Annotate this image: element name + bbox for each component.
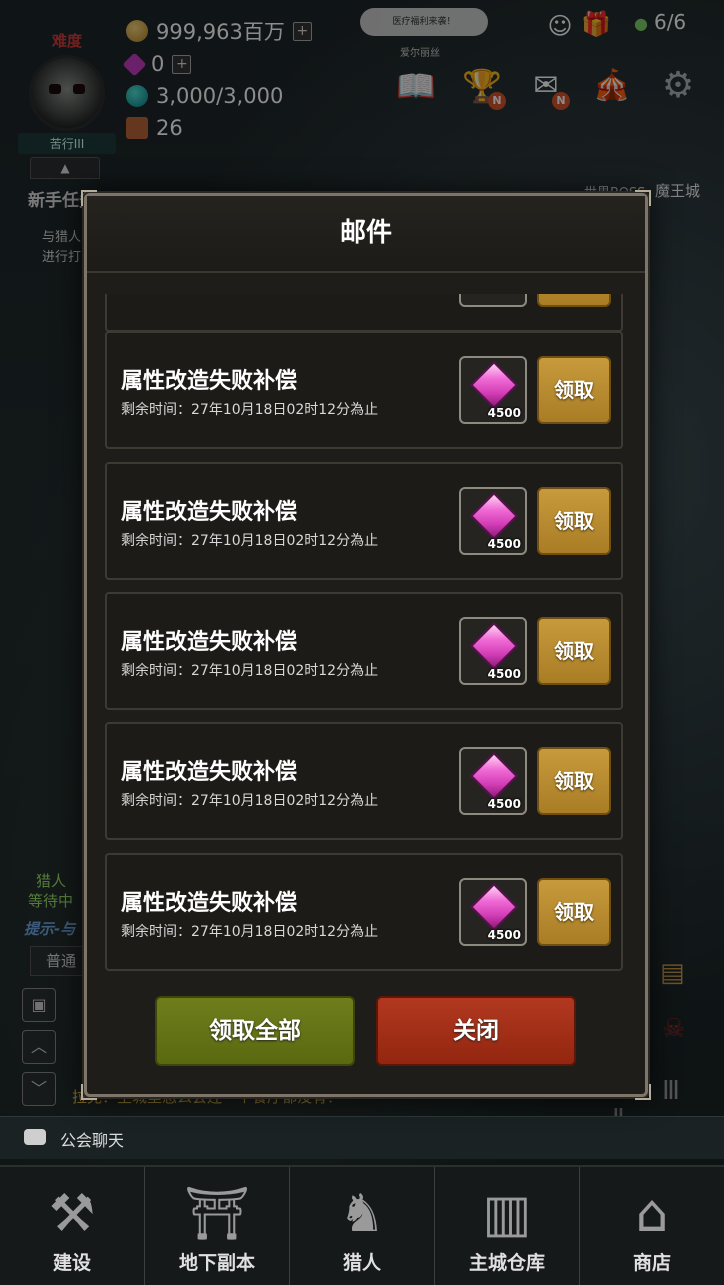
bottom-nav: ⚒ 建设 ⛩ 地下副本 ♞ 猎人 ▥ 主城仓库 ⌂ 商店 — [0, 1165, 724, 1285]
reward-slot[interactable]: 4500 — [459, 356, 527, 424]
gem-icon — [469, 882, 519, 932]
mail-item[interactable]: 属性改造失败补偿 剩余时间：27年10月18日02时12分為止 4500 领取 — [105, 462, 623, 580]
mail-title: 属性改造失败补偿 — [121, 891, 298, 916]
guild-chat-label: 公会聊天 — [60, 1131, 125, 1150]
claim-button[interactable]: 领取 — [537, 487, 611, 555]
nav-hunter[interactable]: ♞ 猎人 — [290, 1167, 435, 1285]
mail-expiry: 剩余时间：27年10月18日02时12分為止 — [121, 402, 379, 418]
mail-dialog: 邮件 属性改造失败补偿 剩余时间：27年10月18日02时12分為止 4500 … — [81, 190, 651, 1100]
reward-slot[interactable]: 4500 — [459, 878, 527, 946]
hammer-icon: ⚒ — [48, 1184, 96, 1244]
mail-list[interactable]: 属性改造失败补偿 剩余时间：27年10月18日02时12分為止 4500 领取 … — [103, 294, 627, 974]
nav-dungeon[interactable]: ⛩ 地下副本 — [145, 1167, 290, 1285]
gem-icon — [469, 360, 519, 410]
mail-expiry: 剩余时间：27年10月18日02时12分為止 — [121, 663, 379, 679]
frame-corner — [81, 190, 97, 206]
reward-quantity: 4500 — [487, 406, 521, 420]
nav-label: 猎人 — [342, 1252, 381, 1274]
nav-label: 建设 — [52, 1252, 91, 1274]
nav-warehouse[interactable]: ▥ 主城仓库 — [435, 1167, 580, 1285]
mail-expiry: 剩余时间：27年10月18日02时12分為止 — [121, 793, 379, 809]
claim-button[interactable] — [537, 294, 611, 307]
chat-bubble-icon — [24, 1129, 46, 1145]
claim-button[interactable]: 领取 — [537, 356, 611, 424]
nav-build[interactable]: ⚒ 建设 — [0, 1167, 145, 1285]
dialog-title: 邮件 — [87, 196, 645, 273]
reward-quantity: 4500 — [487, 667, 521, 681]
hunter-icon: ♞ — [338, 1184, 386, 1244]
reward-quantity: 4500 — [487, 928, 521, 942]
reward-quantity: 4500 — [487, 537, 521, 551]
dungeon-gate-icon: ⛩ — [183, 1184, 250, 1244]
mail-item[interactable]: 属性改造失败补偿 剩余时间：27年10月18日02时12分為止 4500 领取 — [105, 722, 623, 840]
claim-button[interactable]: 领取 — [537, 747, 611, 815]
gem-icon — [469, 491, 519, 541]
shop-icon: ⌂ — [635, 1184, 669, 1244]
reward-slot[interactable]: 4500 — [459, 747, 527, 815]
claim-button[interactable]: 领取 — [537, 878, 611, 946]
claim-button[interactable]: 领取 — [537, 617, 611, 685]
mail-title: 属性改造失败补偿 — [121, 630, 298, 655]
nav-label: 主城仓库 — [468, 1252, 545, 1274]
frame-corner — [635, 190, 651, 206]
nav-label: 地下副本 — [178, 1252, 255, 1274]
reward-quantity: 4500 — [487, 797, 521, 811]
claim-all-button[interactable]: 领取全部 — [155, 996, 355, 1066]
mail-item[interactable]: 属性改造失败补偿 剩余时间：27年10月18日02时12分為止 4500 领取 — [105, 331, 623, 449]
gem-icon — [469, 751, 519, 801]
gem-icon — [469, 621, 519, 671]
warehouse-chest-icon: ▥ — [482, 1184, 532, 1244]
mail-expiry: 剩余时间：27年10月18日02时12分為止 — [121, 533, 379, 549]
frame-corner — [635, 1084, 651, 1100]
mail-title: 属性改造失败补偿 — [121, 500, 298, 525]
mail-item[interactable]: 属性改造失败补偿 剩余时间：27年10月18日02时12分為止 4500 领取 — [105, 853, 623, 971]
mail-item-partial — [105, 294, 623, 332]
mail-item[interactable]: 属性改造失败补偿 剩余时间：27年10月18日02时12分為止 4500 领取 — [105, 592, 623, 710]
reward-slot[interactable]: 4500 — [459, 487, 527, 555]
mail-title: 属性改造失败补偿 — [121, 369, 298, 394]
guild-chat-bar[interactable]: 公会聊天 — [0, 1116, 724, 1159]
close-button[interactable]: 关闭 — [376, 996, 576, 1066]
mail-expiry: 剩余时间：27年10月18日02时12分為止 — [121, 924, 379, 940]
mail-title: 属性改造失败补偿 — [121, 760, 298, 785]
nav-shop[interactable]: ⌂ 商店 — [580, 1167, 724, 1285]
frame-corner — [81, 1084, 97, 1100]
nav-label: 商店 — [632, 1252, 671, 1274]
reward-slot — [459, 294, 527, 307]
reward-slot[interactable]: 4500 — [459, 617, 527, 685]
